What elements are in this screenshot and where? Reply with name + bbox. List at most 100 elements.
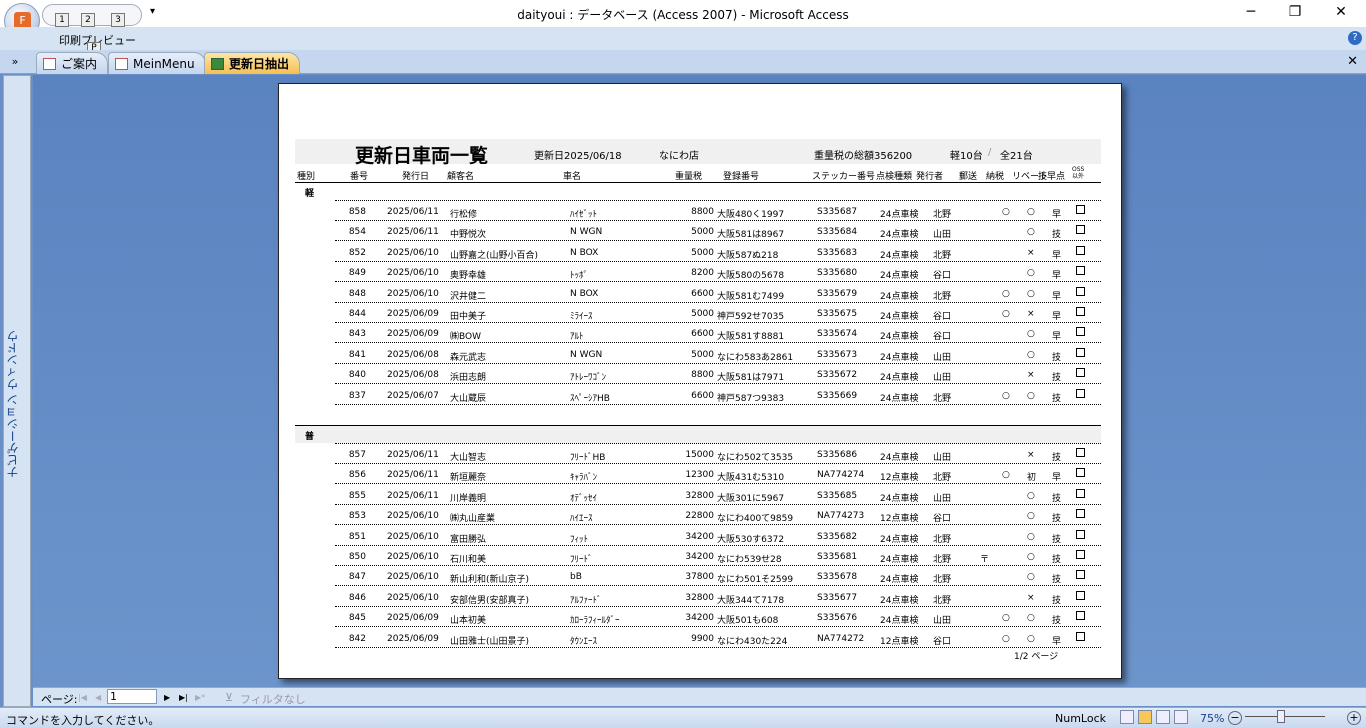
cell-車名: ﾊｲｾﾞｯﾄ xyxy=(570,207,597,220)
cell-顧客名: 新垣麗奈 xyxy=(450,470,486,483)
cell-発行日: 2025/06/11 xyxy=(387,450,439,460)
help-icon[interactable]: ? xyxy=(1348,31,1362,45)
table-row: 8452025/06/09山本初美ｶﾛｰﾗﾌｨｰﾙﾀﾞｰ34200大阪501も6… xyxy=(335,607,1101,627)
undo-keytip[interactable]: 2 xyxy=(81,13,95,27)
layout-view-button[interactable] xyxy=(1156,710,1170,724)
cell-番号: 842 xyxy=(349,634,366,644)
cell-顧客名: 行松修 xyxy=(450,207,477,220)
cell-登録番号: 大阪581は8967 xyxy=(717,227,784,240)
cell-顧客名: ㈱BOW xyxy=(450,329,481,342)
first-page-button[interactable]: |◀ xyxy=(78,693,87,702)
cell-重量税: 34200 xyxy=(685,532,714,542)
oss-checkbox xyxy=(1076,266,1085,275)
design-view-button[interactable] xyxy=(1174,710,1188,724)
cell-点検種類: 24点車検 xyxy=(880,613,918,626)
cell-番号: 846 xyxy=(349,593,366,603)
cell-顧客名: 新山利和(新山京子) xyxy=(450,572,529,585)
last-page-button[interactable]: ▶| xyxy=(179,693,188,702)
cell-ステッカー番号: S335669 xyxy=(817,391,857,401)
page-label: ページ: xyxy=(41,691,78,707)
zoom-in-button[interactable]: + xyxy=(1347,711,1361,725)
table-row: 8442025/06/09田中美子ﾐﾗｲｰｽ5000神戸592せ7035S335… xyxy=(335,303,1101,323)
save-keytip[interactable]: 1 xyxy=(55,13,69,27)
oss-checkbox xyxy=(1076,205,1085,214)
cell-登録番号: なにわ502て3535 xyxy=(717,450,793,463)
cell-発行日: 2025/06/10 xyxy=(387,268,439,278)
nav-pane-toggle[interactable]: » xyxy=(0,50,30,74)
column-header: 発行者 xyxy=(916,169,943,182)
navigation-pane-label[interactable]: ナビゲーション ウィンドウ xyxy=(4,330,28,478)
minimize-button[interactable]: ─ xyxy=(1236,4,1266,22)
cell-重量税: 34200 xyxy=(685,552,714,562)
close-button[interactable]: ✕ xyxy=(1326,4,1356,22)
cell-点検種類: 24点車検 xyxy=(880,450,918,463)
store-name: なにわ店 xyxy=(659,147,699,162)
zoom-slider-thumb[interactable] xyxy=(1277,710,1285,723)
next-page-button[interactable]: ▶ xyxy=(164,693,170,702)
column-header: 技早点 xyxy=(1038,169,1065,182)
cell-顧客名: 大山蔵辰 xyxy=(450,391,486,404)
cell-リベート: ○ xyxy=(1027,391,1035,401)
cell-点検種類: 24点車検 xyxy=(880,572,918,585)
cell-番号: 850 xyxy=(349,552,366,562)
cell-技早点: 技 xyxy=(1052,370,1061,383)
filter-status[interactable]: フィルタなし xyxy=(240,691,306,707)
oss-checkbox xyxy=(1076,632,1085,641)
cell-車名: ﾄｯﾎﾟ xyxy=(570,268,588,281)
cell-登録番号: 大阪530す6372 xyxy=(717,532,784,545)
cell-登録番号: 大阪301に5967 xyxy=(717,491,784,504)
column-header: 発行日 xyxy=(402,169,429,182)
cell-顧客名: 奥野幸雄 xyxy=(450,268,486,281)
cell-発行日: 2025/06/11 xyxy=(387,207,439,217)
cell-車名: ｵﾃﾞｯｾｲ xyxy=(570,491,597,504)
tab-goannai[interactable]: ご案内 xyxy=(36,52,108,74)
prev-page-button[interactable]: ◀ xyxy=(95,693,101,702)
tab-update-extract[interactable]: 更新日抽出 xyxy=(204,52,300,74)
cell-納税: ○ xyxy=(1002,309,1010,319)
customize-qat-icon[interactable]: ▾ xyxy=(150,6,155,17)
restore-button[interactable]: ❐ xyxy=(1280,4,1310,22)
cell-技早点: 技 xyxy=(1052,227,1061,240)
new-record-button[interactable]: ▶* xyxy=(195,693,205,702)
column-header: 重量税 xyxy=(675,169,702,182)
print-preview-view-button[interactable] xyxy=(1138,710,1152,724)
cell-登録番号: 大阪580の5678 xyxy=(717,268,784,281)
zoom-slider[interactable] xyxy=(1245,716,1325,717)
table-row: 8402025/06/08浜田志朗ｱﾄﾚｰﾜｺﾞﾝ8800大阪581は7971S… xyxy=(335,364,1101,384)
cell-ステッカー番号: S335676 xyxy=(817,613,857,623)
redo-keytip[interactable]: 3 xyxy=(111,13,125,27)
cell-登録番号: 大阪581む7499 xyxy=(717,289,784,302)
table-row: 8522025/06/10山野嘉之(山野小百合)N BOX5000大阪587ぬ2… xyxy=(335,242,1101,262)
close-tab-icon[interactable]: ✕ xyxy=(1347,54,1358,69)
zoom-out-button[interactable]: − xyxy=(1228,711,1242,725)
cell-技早点: 技 xyxy=(1052,552,1061,565)
page-number-input[interactable]: 1 xyxy=(107,689,157,704)
cell-技早点: 早 xyxy=(1052,289,1061,302)
status-text: コマンドを入力してください。 xyxy=(6,712,159,728)
tab-meinmenu[interactable]: MeinMenu xyxy=(108,52,206,74)
report-view-button[interactable] xyxy=(1120,710,1134,724)
cell-発行者: 北野 xyxy=(933,470,951,483)
cell-発行日: 2025/06/10 xyxy=(387,289,439,299)
cell-登録番号: 大阪581は7971 xyxy=(717,370,784,383)
cell-顧客名: 富田勝弘 xyxy=(450,532,486,545)
cell-重量税: 8200 xyxy=(691,268,714,278)
oss-checkbox xyxy=(1076,509,1085,518)
zoom-level[interactable]: 75% xyxy=(1200,712,1224,725)
cell-顧客名: 大山智志 xyxy=(450,450,486,463)
cell-番号: 845 xyxy=(349,613,366,623)
cell-重量税: 5000 xyxy=(691,227,714,237)
oss-checkbox xyxy=(1076,307,1085,316)
oss-checkbox xyxy=(1076,389,1085,398)
cell-点検種類: 24点車検 xyxy=(880,370,918,383)
oss-checkbox xyxy=(1076,489,1085,498)
cell-発行者: 北野 xyxy=(933,552,951,565)
group-rule xyxy=(335,426,1101,444)
column-header: 登録番号 xyxy=(723,169,759,182)
cell-番号: 851 xyxy=(349,532,366,542)
cell-点検種類: 24点車検 xyxy=(880,593,918,606)
cell-リベート: ○ xyxy=(1027,613,1035,623)
cell-発行者: 山田 xyxy=(933,370,951,383)
cell-顧客名: 山田雅士(山田景子) xyxy=(450,634,529,647)
cell-技早点: 技 xyxy=(1052,532,1061,545)
